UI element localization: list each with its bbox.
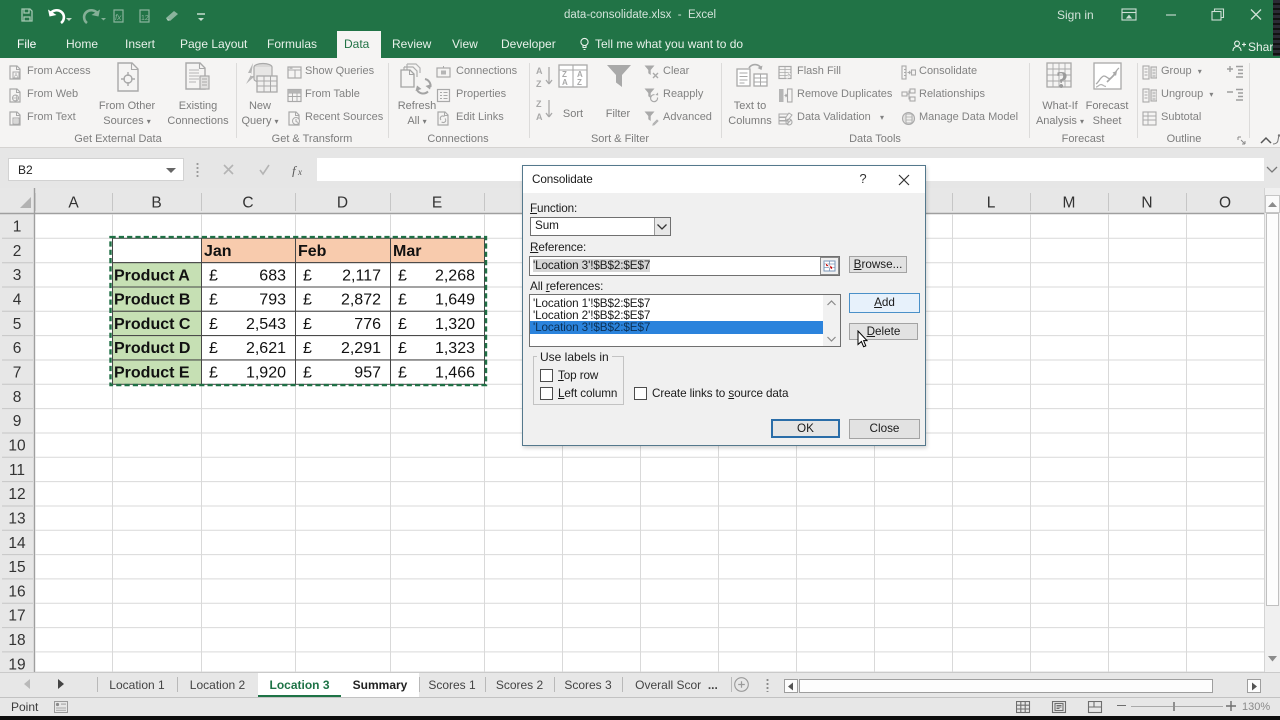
svg-text:3: 3 [13,267,22,284]
svg-text:O: O [1219,195,1231,212]
svg-text:1,466: 1,466 [435,365,475,382]
svg-text:7: 7 [13,364,22,381]
svg-text:2,268: 2,268 [435,267,475,284]
svg-text:13: 13 [8,510,25,527]
svg-text:Product B: Product B [114,292,190,309]
svg-text:A: A [536,66,543,76]
svg-text:14: 14 [8,535,26,552]
svg-text:£: £ [209,267,218,284]
svg-text:1,323: 1,323 [435,340,475,357]
svg-text:£: £ [209,292,218,309]
svg-text:N: N [1141,195,1152,212]
svg-text:2,543: 2,543 [246,316,286,333]
svg-text:9: 9 [13,413,22,430]
svg-text:?: ? [1056,68,1068,94]
svg-text:1,649: 1,649 [435,292,475,309]
svg-text:£: £ [398,340,407,357]
svg-text:1,320: 1,320 [435,316,475,333]
svg-text:Feb: Feb [298,243,327,260]
svg-text:M: M [1063,195,1076,212]
svg-text:1,920: 1,920 [246,365,286,382]
svg-text:2,291: 2,291 [341,340,381,357]
svg-text:16: 16 [8,583,25,600]
svg-text:10: 10 [8,437,26,454]
svg-text:C: C [242,195,253,212]
svg-text:£: £ [209,316,218,333]
svg-text:D: D [337,195,348,212]
svg-text:L: L [987,195,996,212]
svg-text:957: 957 [354,365,381,382]
svg-text:6: 6 [13,340,22,357]
svg-text:£: £ [398,292,407,309]
svg-text:Z: Z [536,79,542,89]
svg-text:£: £ [209,365,218,382]
svg-text:Mar: Mar [393,243,421,260]
svg-text:8: 8 [13,389,22,406]
svg-text:E: E [432,195,442,212]
svg-text:2,117: 2,117 [342,267,381,284]
svg-text:2,621: 2,621 [246,340,286,357]
svg-text:18: 18 [8,632,25,649]
svg-text:15: 15 [8,559,25,576]
svg-text:11: 11 [9,462,25,479]
svg-text:2: 2 [13,243,22,260]
svg-text:£: £ [398,316,407,333]
svg-text:Product A: Product A [114,267,190,284]
svg-text:£: £ [303,267,312,284]
svg-text:B: B [151,195,161,212]
svg-text:£: £ [303,365,312,382]
svg-text:A: A [562,78,568,87]
svg-text:Z: Z [577,78,582,87]
svg-text:£: £ [303,292,312,309]
svg-text:A: A [14,74,18,80]
svg-text:£: £ [303,340,312,357]
svg-text:x: x [297,167,302,177]
svg-text:12: 12 [8,486,25,503]
svg-text:5: 5 [13,316,22,333]
svg-text:£: £ [303,316,312,333]
svg-text:1: 1 [13,219,22,236]
svg-text:£: £ [398,267,407,284]
svg-text:2,872: 2,872 [341,292,381,309]
svg-text:£: £ [398,365,407,382]
svg-text:Product E: Product E [114,365,190,382]
svg-text:Jan: Jan [204,243,232,260]
svg-text:A: A [68,195,79,212]
svg-text:683: 683 [259,267,286,284]
svg-text:19: 19 [8,656,25,672]
svg-text:Product D: Product D [114,340,190,357]
svg-text:4: 4 [13,292,22,309]
svg-text:793: 793 [259,292,286,309]
svg-text:£: £ [209,340,218,357]
svg-text:17: 17 [8,608,25,625]
svg-text:Product C: Product C [114,316,191,333]
svg-text:776: 776 [354,316,381,333]
